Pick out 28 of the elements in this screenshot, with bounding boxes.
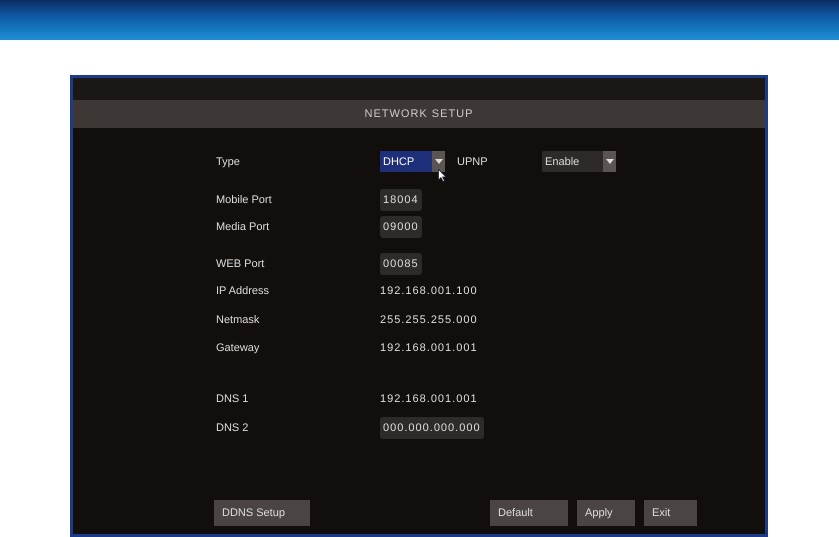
field-label: Gateway (216, 342, 260, 354)
window-title: NETWORK SETUP (73, 100, 765, 128)
value-text: 192.168.001.100 (380, 284, 478, 296)
dropdown-arrow-icon (606, 159, 614, 164)
value-text: 192.168.001.001 (380, 392, 478, 404)
field-label: Type (216, 156, 241, 168)
input-field[interactable]: 09000 (380, 216, 422, 238)
field-label: Netmask (216, 314, 260, 326)
field-label: IP Address (216, 284, 270, 296)
field-label: Mobile Port (216, 194, 273, 206)
field-label: DNS 1 (216, 392, 250, 404)
value-text: 192.168.001.001 (380, 342, 478, 354)
action-button[interactable]: Apply (577, 500, 635, 526)
dropdown[interactable]: DHCP (380, 151, 445, 172)
action-button[interactable]: Exit (644, 500, 697, 526)
input-field[interactable]: 18004 (380, 188, 422, 210)
field-label: WEB Port (216, 258, 266, 270)
input-field[interactable]: 00085 (380, 252, 422, 274)
field-label: DNS 2 (216, 422, 250, 434)
field-label: Media Port (216, 220, 270, 232)
action-button[interactable]: DDNS Setup (214, 500, 310, 526)
dropdown[interactable]: Enable (542, 151, 616, 172)
action-button[interactable]: Default (490, 500, 568, 526)
field-label: UPNP (457, 156, 489, 168)
dropdown-arrow-icon (434, 159, 442, 164)
input-field[interactable]: 000.000.000.000 (380, 416, 484, 438)
mouse-cursor-icon (438, 169, 447, 182)
value-text: 255.255.255.000 (380, 314, 478, 326)
